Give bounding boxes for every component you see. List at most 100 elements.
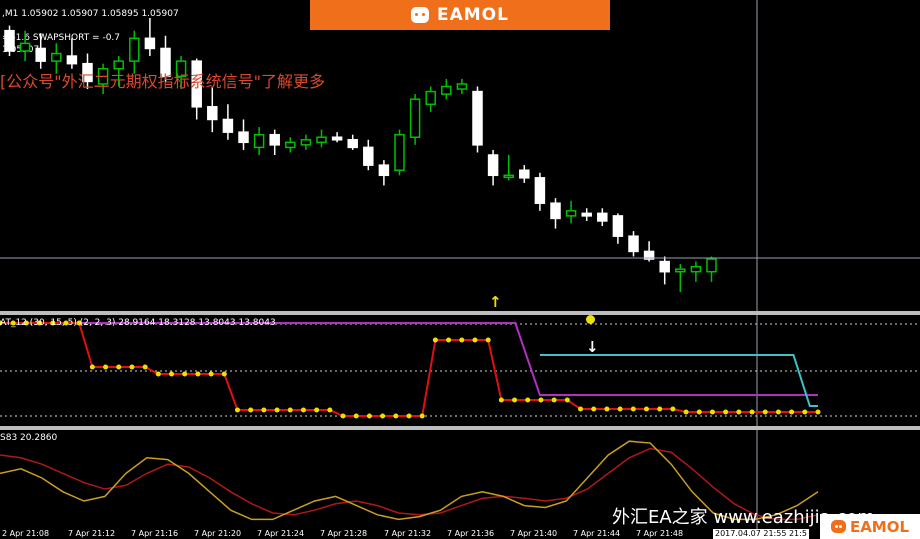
candle-body xyxy=(503,174,514,179)
signal-dot xyxy=(551,397,557,403)
time-tick: 7 Apr 21:28 xyxy=(320,529,368,538)
signal-dot xyxy=(723,409,729,415)
candle-body xyxy=(675,268,686,273)
candles-layer xyxy=(4,18,717,292)
cursor-date-label: 2017.04.07 21:55 21:5 xyxy=(713,529,809,539)
signal-dot xyxy=(525,397,531,403)
pane-divider-1[interactable] xyxy=(0,311,920,315)
signal-dot xyxy=(643,406,649,412)
signal-dot xyxy=(709,409,715,415)
signal-dot xyxy=(248,407,254,413)
signal-dot xyxy=(89,364,95,370)
signal-dot xyxy=(103,364,109,370)
candle-body xyxy=(316,136,327,144)
signal-dot xyxy=(393,413,399,419)
time-tick: 7 Apr 21:16 xyxy=(131,529,179,538)
signal-dot xyxy=(538,397,544,403)
signal-dot xyxy=(749,409,755,415)
signal-dot xyxy=(604,406,610,412)
time-tick: 7 Apr 21:12 xyxy=(68,529,116,538)
signal-dot xyxy=(775,409,781,415)
signal-dot xyxy=(630,406,636,412)
candle-body xyxy=(519,169,530,179)
candle-body xyxy=(706,258,717,273)
candle-body xyxy=(565,210,577,217)
signal-dot xyxy=(169,371,175,377)
signal-dot xyxy=(472,337,478,343)
signal-line xyxy=(0,322,818,417)
candle-body xyxy=(690,265,702,273)
signal-dot xyxy=(762,409,768,415)
signal-dot xyxy=(802,409,808,415)
indicator1-layer xyxy=(0,320,920,419)
signal-dot xyxy=(182,371,188,377)
candle-body xyxy=(441,85,452,95)
candle-body xyxy=(487,154,499,177)
signal-dot xyxy=(789,409,795,415)
signal-dot xyxy=(129,364,135,370)
candle-body xyxy=(425,90,436,106)
signal-dot xyxy=(591,406,597,412)
signal-dot xyxy=(617,406,623,412)
signal-dot xyxy=(221,371,227,377)
eamol-corner-logo: EAMOL xyxy=(820,514,920,539)
candle-body xyxy=(550,202,561,220)
promo-text: [公众号"外汇二元期权指标系统信号"了解更多 xyxy=(0,72,325,91)
candle-body xyxy=(300,139,312,146)
signal-dot xyxy=(155,371,161,377)
time-tick: 7 Apr 21:36 xyxy=(447,529,495,538)
time-tick: 7 Apr 21:44 xyxy=(573,529,621,538)
candle-body xyxy=(331,136,343,141)
indicator1-label: AT_12 (30, 15, 5) (2, 2, 3) 28.9164 18.3… xyxy=(0,318,276,328)
signal-dot xyxy=(300,407,306,413)
candle-body xyxy=(19,42,31,52)
signal-dot xyxy=(195,371,201,377)
signal-dot-icon xyxy=(586,315,595,324)
candle-body xyxy=(363,146,374,166)
candle-body xyxy=(612,215,624,237)
time-tick: 2 Apr 21:08 xyxy=(2,529,50,538)
candle-body xyxy=(222,118,234,133)
purple-line xyxy=(0,322,818,396)
signal-dot xyxy=(459,337,465,343)
candle-body xyxy=(35,47,46,62)
signal-dot xyxy=(274,407,280,413)
signal-dot xyxy=(208,371,214,377)
corner-logo-text: EAMOL xyxy=(849,517,910,536)
up-arrow-icon: ↑ xyxy=(489,293,502,311)
candle-body xyxy=(534,177,546,204)
signal-dot xyxy=(578,406,584,412)
signal-dot xyxy=(696,409,702,415)
candle-body xyxy=(581,212,592,217)
time-tick: 7 Apr 21:32 xyxy=(384,529,432,538)
signal-dot xyxy=(564,397,570,403)
candle-body xyxy=(347,139,358,149)
signal-dot xyxy=(142,364,148,370)
pane-divider-2[interactable] xyxy=(0,426,920,430)
signal-dot xyxy=(683,409,689,415)
candle-body xyxy=(238,131,249,144)
candle-body xyxy=(409,98,421,138)
candle-body xyxy=(51,52,62,62)
candle-body xyxy=(207,106,218,121)
signal-dot xyxy=(670,406,676,412)
signal-dot xyxy=(446,337,452,343)
robot-logo-icon xyxy=(830,520,846,533)
signal-dot xyxy=(287,407,293,413)
indicator2-label: S83 20.2860 xyxy=(0,433,58,443)
signal-dot xyxy=(314,407,320,413)
signal-dot xyxy=(406,413,412,419)
candle-body xyxy=(378,164,390,177)
candle-body xyxy=(144,37,156,50)
signal-dot xyxy=(512,397,518,403)
signal-dot xyxy=(234,407,240,413)
candle-body xyxy=(394,133,405,171)
time-tick: 7 Apr 21:40 xyxy=(510,529,558,538)
candle-body xyxy=(285,141,296,149)
signal-dot xyxy=(736,409,742,415)
signal-dot xyxy=(815,409,821,415)
candle-body xyxy=(456,83,468,90)
signal-dot xyxy=(261,407,267,413)
candle-body xyxy=(129,37,140,62)
time-tick: 7 Apr 21:20 xyxy=(194,529,242,538)
